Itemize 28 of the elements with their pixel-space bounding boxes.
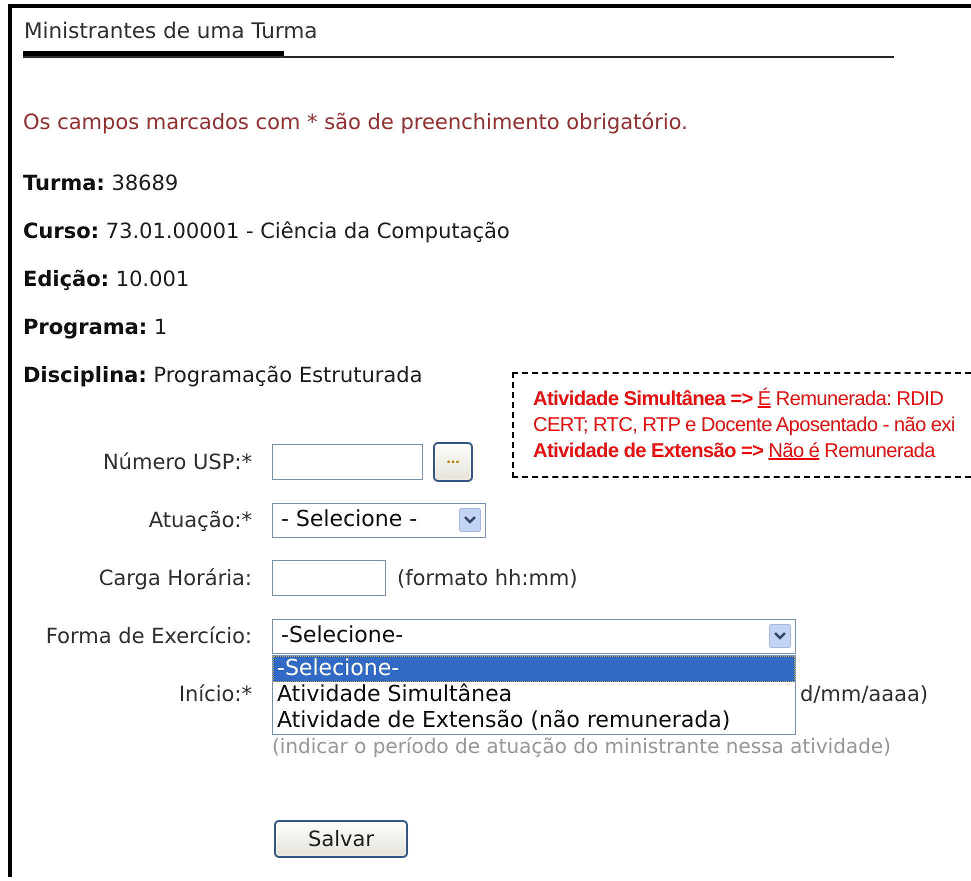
dropdown-option[interactable]: -Selecione- xyxy=(273,656,795,682)
period-note: (indicar o período de atuação do ministrante nessa atividade) xyxy=(272,734,891,758)
dropdown-option[interactable]: Atividade de Extensão (não remunerada) xyxy=(273,708,795,734)
callout-text: Atividade de Extensão => Não é Remunerada xyxy=(533,439,935,464)
save-button[interactable]: Salvar xyxy=(274,820,408,858)
info-line: Disciplina: Programação Estruturada xyxy=(23,363,424,387)
info-line: Curso: 73.01.00001 - Ciência da Computação xyxy=(23,219,511,243)
field-label: Atuação:* xyxy=(148,508,252,532)
chevron-down-icon xyxy=(769,624,791,648)
chevron-down-icon xyxy=(459,508,481,532)
select-field[interactable]: -Selecione- xyxy=(272,618,796,654)
field-label: Forma de Exercício: xyxy=(44,624,252,648)
field-label: Carga Horária: xyxy=(98,566,252,590)
field-label: Início:* xyxy=(178,682,252,706)
info-line: Turma: 38689 xyxy=(23,171,180,195)
page-title: Ministrantes de uma Turma xyxy=(24,20,318,44)
text-field[interactable] xyxy=(272,444,423,480)
callout-text: Atividade Simultânea => É Remunerada: RDID xyxy=(533,386,944,412)
info-line: Programa: 1 xyxy=(23,315,168,339)
date-format-hint: d/mm/aaaa) xyxy=(800,682,928,706)
format-hint: (formato hh:mm) xyxy=(397,566,578,590)
required-note: Os campos marcados com * são de preenchimento obrigatório. xyxy=(23,110,689,134)
callout-text: CERT; RTC, RTP e Docente Aposentado - não exi xyxy=(533,413,955,438)
text-field[interactable] xyxy=(272,560,386,596)
select-field[interactable]: - Selecione - xyxy=(272,502,486,538)
field-label: Número USP:* xyxy=(102,450,252,474)
dropdown-option[interactable]: Atividade Simultânea xyxy=(273,682,795,708)
info-line: Edição: 10.001 xyxy=(23,267,190,291)
